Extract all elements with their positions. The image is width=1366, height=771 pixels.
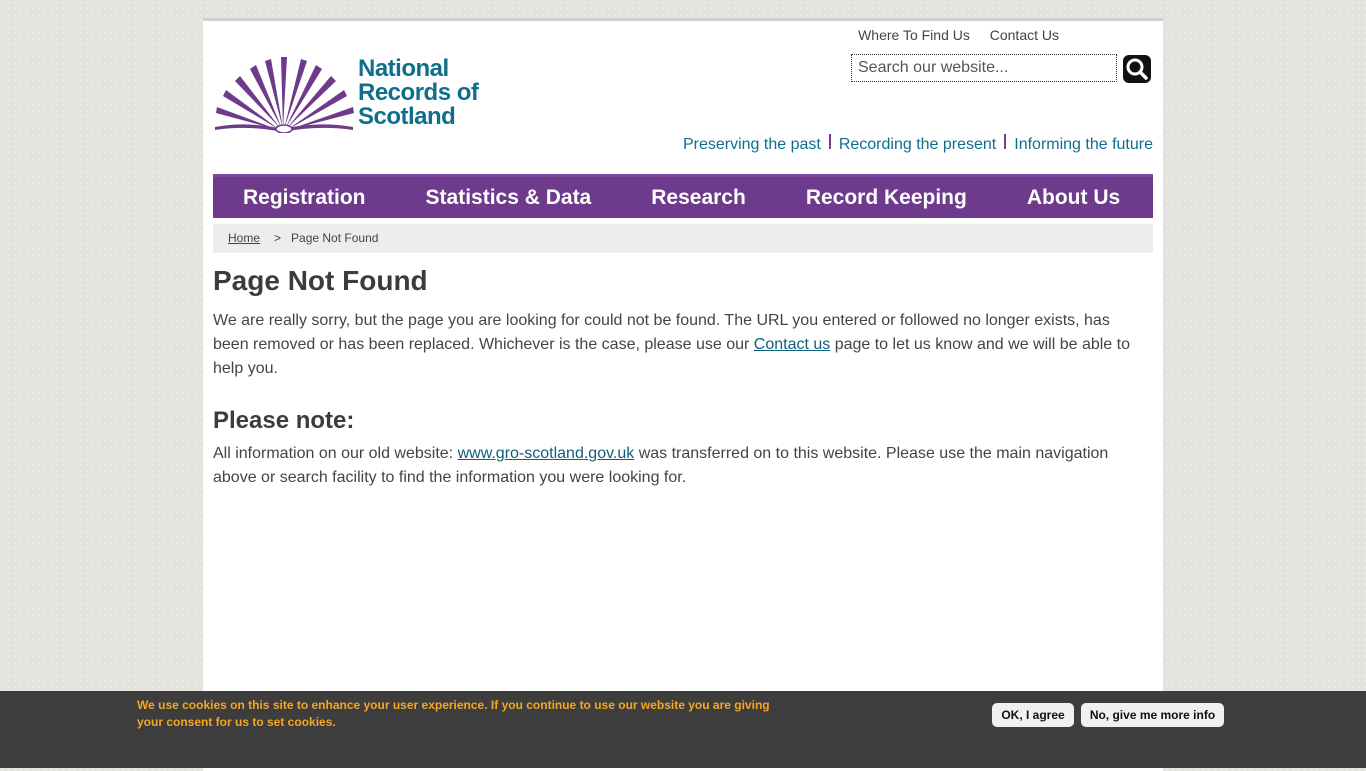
nav-registration[interactable]: Registration — [243, 186, 366, 210]
breadcrumb-current: Page Not Found — [291, 231, 379, 245]
page-container: Where To Find Us Contact Us National Rec… — [203, 18, 1163, 771]
nav-about-us[interactable]: About Us — [1027, 186, 1120, 210]
nav-research[interactable]: Research — [651, 186, 746, 210]
open-book-logo-icon — [215, 57, 354, 134]
main-nav: Registration Statistics & Data Research … — [213, 174, 1153, 218]
old-website-link[interactable]: www.gro-scotland.gov.uk — [458, 445, 635, 462]
search-icon — [1126, 58, 1148, 80]
search-button[interactable] — [1123, 55, 1151, 83]
top-links: Where To Find Us Contact Us — [842, 27, 1059, 43]
logo-wordmark: National Records of Scotland — [358, 55, 479, 130]
contact-us-link[interactable]: Contact Us — [990, 27, 1059, 43]
old-website-note: All information on our old website: www.… — [213, 445, 1109, 486]
nav-statistics-data[interactable]: Statistics & Data — [426, 186, 592, 210]
nrs-logo[interactable]: National Records of Scotland — [213, 51, 493, 134]
breadcrumb-separator: > — [274, 231, 282, 245]
note-heading: Please note: — [213, 407, 355, 434]
cookie-banner: We use cookies on this site to enhance y… — [0, 691, 1366, 768]
where-to-find-us-link[interactable]: Where To Find Us — [858, 27, 970, 43]
nav-record-keeping[interactable]: Record Keeping — [806, 186, 967, 210]
tagline-divider — [1004, 134, 1007, 149]
page-title: Page Not Found — [213, 265, 428, 296]
breadcrumb-home-link[interactable]: Home — [228, 231, 260, 245]
cookie-message: We use cookies on this site to enhance y… — [137, 698, 770, 729]
cookie-more-info-button[interactable]: No, give me more info — [1081, 703, 1224, 727]
breadcrumb: Home > Page Not Found — [213, 224, 1153, 253]
not-found-message: We are really sorry, but the page you ar… — [213, 312, 1130, 377]
cookie-agree-button[interactable]: OK, I agree — [992, 703, 1074, 727]
tagline: Preserving the past Recording the present… — [682, 134, 1153, 153]
search-input[interactable] — [851, 54, 1117, 82]
contact-us-inline-link[interactable]: Contact us — [754, 336, 830, 353]
tagline-divider — [828, 134, 831, 149]
